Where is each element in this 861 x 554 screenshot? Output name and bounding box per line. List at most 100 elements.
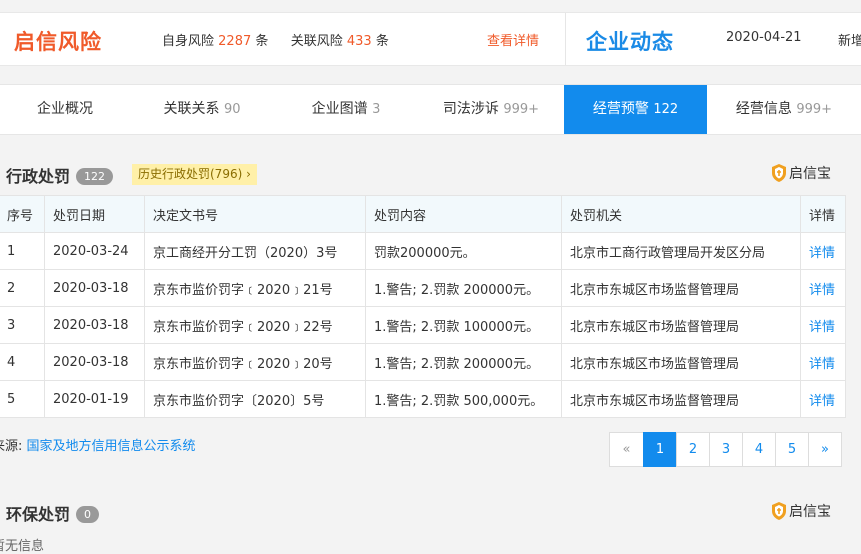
tab-graph[interactable]: 企业图谱 3 (274, 85, 418, 134)
cell-content: 1.警告; 2.罚款 200000元。 (365, 269, 562, 307)
tab-litigation[interactable]: 司法涉诉 999+ (418, 85, 564, 134)
related-risk-unit: 条 (375, 34, 389, 49)
pagination-page-4[interactable]: 4 (742, 432, 776, 467)
source-label: 来源: (0, 439, 23, 454)
table-row: 4 2020-03-18 京东市监价罚字﹝2020﹞20号 1.警告; 2.罚款… (0, 343, 846, 381)
cell-index: 4 (0, 343, 45, 381)
tab-label: 关联关系 (163, 101, 220, 117)
self-risk-count: 2287 (218, 34, 252, 49)
cell-authority: 北京市东城区市场监督管理局 (561, 343, 801, 381)
table-row: 3 2020-03-18 京东市监价罚字﹝2020﹞22号 1.警告; 2.罚款… (0, 306, 846, 344)
section-title-text: 环保处罚 (6, 505, 71, 524)
table-header-row: 序号 处罚日期 决定文书号 处罚内容 处罚机关 详情 (0, 195, 846, 233)
cell-content: 罚款200000元。 (365, 232, 562, 270)
col-header-content: 处罚内容 (365, 195, 562, 233)
detail-link[interactable]: 详情 (800, 306, 846, 344)
qixinbao-brand: 启信宝 (772, 163, 831, 183)
empty-state-text: 暂无信息 (0, 539, 45, 554)
brand-text: 启信宝 (789, 166, 831, 182)
pagination-page-3[interactable]: 3 (709, 432, 743, 467)
tab-count: 90 (223, 102, 241, 117)
count-badge: 122 (76, 168, 114, 185)
detail-link[interactable]: 详情 (800, 232, 846, 270)
cell-index: 3 (0, 306, 45, 344)
section-title-text: 行政处罚 (6, 167, 71, 186)
detail-link[interactable]: 详情 (800, 269, 846, 307)
col-header-authority: 处罚机关 (561, 195, 801, 233)
cell-doc-no: 京东市监价罚字﹝2020﹞21号 (144, 269, 366, 307)
table-row: 5 2020-01-19 京东市监价罚字〔2020〕5号 1.警告; 2.罚款 … (0, 380, 846, 418)
tab-label: 经营预警 (592, 101, 649, 117)
cell-index: 5 (0, 380, 45, 418)
detail-link[interactable]: 详情 (800, 343, 846, 381)
related-risk-label: 关联风险 (290, 34, 343, 49)
cell-date: 2020-01-19 (44, 380, 145, 418)
table-row: 2 2020-03-18 京东市监价罚字﹝2020﹞21号 1.警告; 2.罚款… (0, 269, 846, 307)
chevron-right-icon: › (246, 167, 251, 181)
cell-content: 1.警告; 2.罚款 500,000元。 (365, 380, 562, 418)
data-source: 来源: 国家及地方信用信息公示系统 (0, 435, 196, 454)
view-detail-link[interactable]: 查看详情 (487, 30, 539, 49)
cell-date: 2020-03-24 (44, 232, 145, 270)
tab-business-info[interactable]: 经营信息 999+ (707, 85, 861, 134)
cell-authority: 北京市东城区市场监督管理局 (561, 306, 801, 344)
tab-label: 企业概况 (37, 101, 93, 117)
main-tabs: 企业概况 关联关系 90 企业图谱 3 司法涉诉 999+ 经营预警 122 经… (0, 84, 861, 135)
col-header-doc-no: 决定文书号 (144, 195, 366, 233)
pagination-page-5[interactable]: 5 (775, 432, 809, 467)
table-row: 1 2020-03-24 京工商经开分工罚（2020）3号 罚款200000元。… (0, 232, 846, 270)
cell-content: 1.警告; 2.罚款 100000元。 (365, 306, 562, 344)
cell-doc-no: 京东市监价罚字﹝2020﹞22号 (144, 306, 366, 344)
detail-link[interactable]: 详情 (800, 380, 846, 418)
risk-brand-logo: 启信风险 (14, 30, 102, 54)
col-header-detail: 详情 (800, 195, 846, 233)
tab-label: 经营信息 (735, 101, 792, 117)
cell-index: 2 (0, 269, 45, 307)
history-penalty-link[interactable]: 历史行政处罚(796) › (132, 164, 257, 185)
cell-date: 2020-03-18 (44, 269, 145, 307)
cell-index: 1 (0, 232, 45, 270)
shield-icon (772, 164, 786, 182)
admin-penalty-title: 行政处罚 122 (6, 163, 114, 187)
tab-label: 企业图谱 (311, 101, 368, 117)
risk-stats: 自身风险 2287 条 关联风险 433 条 (162, 30, 389, 49)
tab-count: 122 (653, 102, 679, 117)
cell-authority: 北京市东城区市场监督管理局 (561, 380, 801, 418)
brand-text: 启信宝 (789, 504, 831, 520)
history-tag-text: 历史行政处罚(796) (138, 167, 243, 181)
news-text[interactable]: 新增 (838, 30, 861, 49)
cell-doc-no: 京东市监价罚字〔2020〕5号 (144, 380, 366, 418)
self-risk-unit: 条 (255, 34, 269, 49)
divider (565, 13, 566, 65)
tab-business-warning[interactable]: 经营预警 122 (564, 85, 707, 134)
cell-authority: 北京市工商行政管理局开发区分局 (561, 232, 801, 270)
cell-doc-no: 京东市监价罚字﹝2020﹞20号 (144, 343, 366, 381)
env-penalty-title: 环保处罚 0 (6, 501, 100, 525)
cell-content: 1.警告; 2.罚款 200000元。 (365, 343, 562, 381)
tab-count: 999+ (503, 102, 540, 117)
cell-authority: 北京市东城区市场监督管理局 (561, 269, 801, 307)
tab-label: 司法涉诉 (442, 101, 499, 117)
cell-date: 2020-03-18 (44, 343, 145, 381)
tab-overview[interactable]: 企业概况 (0, 85, 130, 134)
pagination: « 1 2 3 4 5 » (609, 432, 842, 467)
news-date: 2020-04-21 (726, 30, 802, 45)
pagination-prev-button[interactable]: « (609, 432, 644, 467)
news-brand-logo: 企业动态 (586, 30, 674, 54)
related-risk-count: 433 (346, 34, 372, 49)
self-risk-label: 自身风险 (162, 34, 215, 49)
pagination-page-2[interactable]: 2 (676, 432, 710, 467)
col-header-index: 序号 (0, 195, 45, 233)
admin-penalty-table: 序号 处罚日期 决定文书号 处罚内容 处罚机关 详情 1 2020-03-24 … (0, 195, 846, 418)
tab-relations[interactable]: 关联关系 90 (130, 85, 274, 134)
top-info-bar: 启信风险 自身风险 2287 条 关联风险 433 条 查看详情 企业动态 20… (0, 12, 861, 66)
tab-count: 3 (372, 102, 381, 117)
pagination-page-1[interactable]: 1 (643, 432, 677, 467)
source-link[interactable]: 国家及地方信用信息公示系统 (27, 439, 196, 454)
pagination-next-button[interactable]: » (808, 432, 842, 467)
cell-date: 2020-03-18 (44, 306, 145, 344)
shield-icon (772, 502, 786, 520)
qixinbao-brand: 启信宝 (772, 501, 831, 521)
cell-doc-no: 京工商经开分工罚（2020）3号 (144, 232, 366, 270)
tab-count: 999+ (796, 102, 833, 117)
